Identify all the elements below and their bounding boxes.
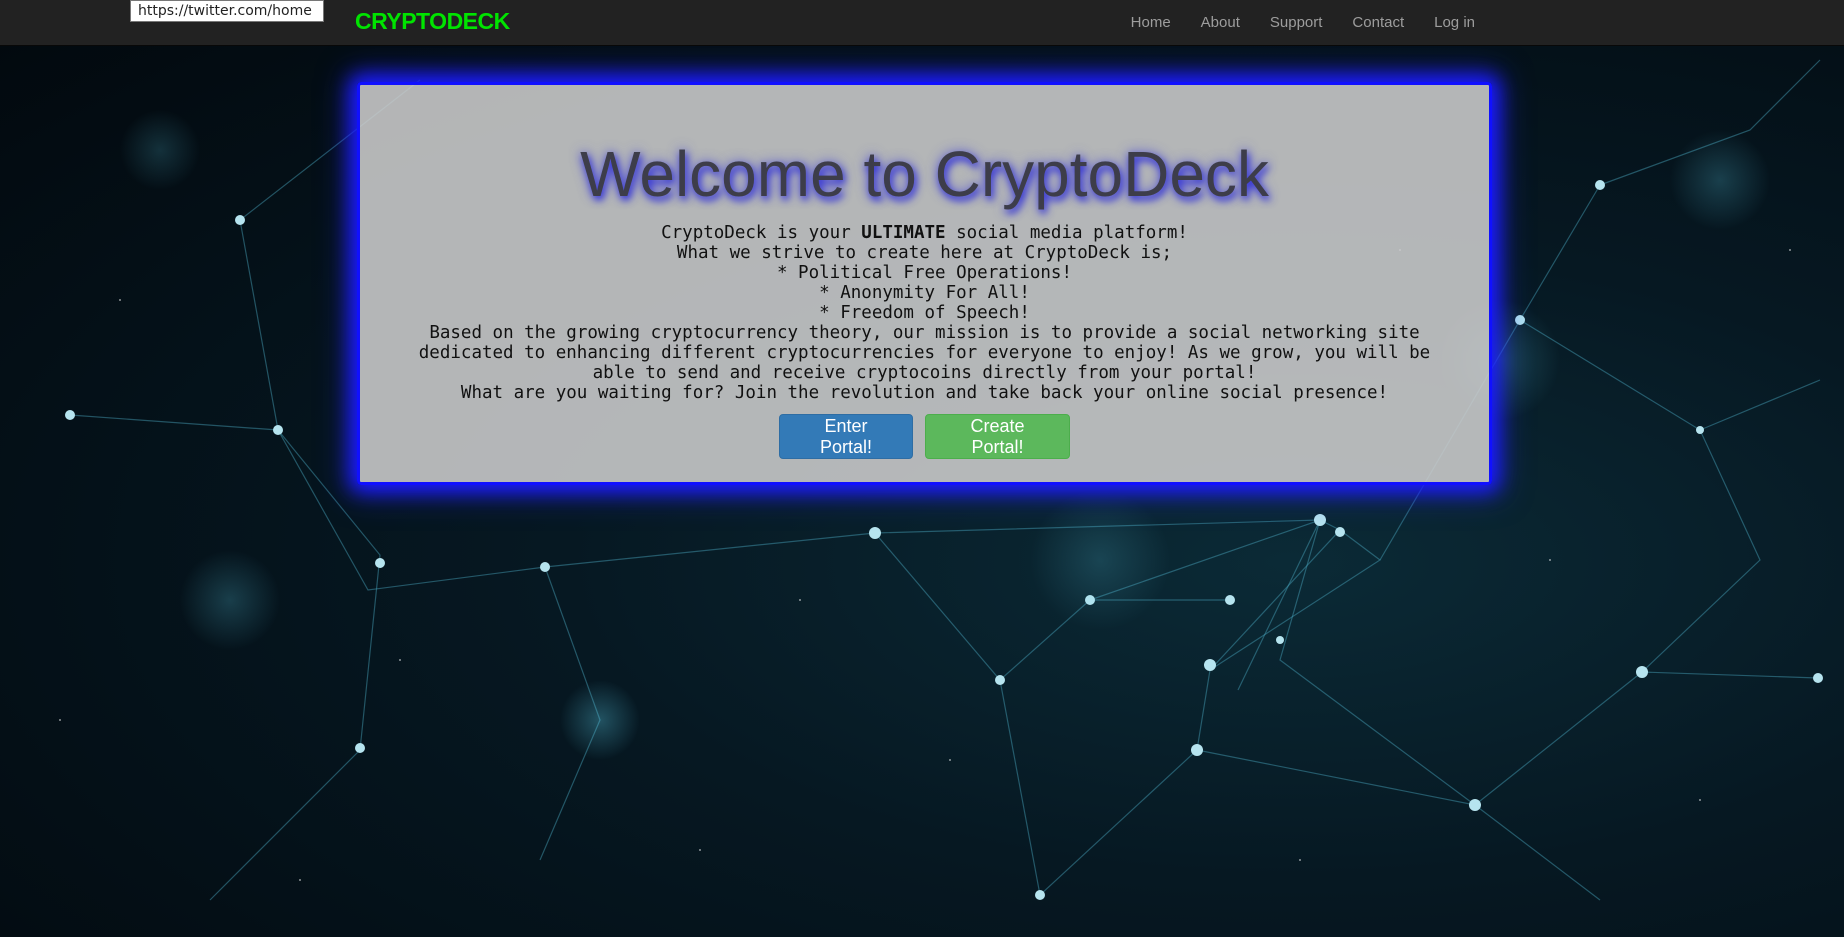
enter-portal-button[interactable]: Enter Portal! — [779, 414, 913, 459]
nav-links: Home About Support Contact Log in — [1101, 0, 1475, 45]
nav-link-support[interactable]: Support — [1270, 14, 1323, 31]
strive-line: What we strive to create here at CryptoD… — [676, 243, 1173, 263]
nav-link-home[interactable]: Home — [1131, 14, 1171, 31]
nav-link-about[interactable]: About — [1201, 14, 1240, 31]
bullet-item: * Political Free Operations! — [776, 263, 1072, 283]
bullet-item: * Anonymity For All! — [819, 283, 1030, 303]
portal-buttons: Enter Portal! Create Portal! — [360, 414, 1489, 459]
intro-suffix: social media platform! — [945, 223, 1188, 243]
nav-link-contact[interactable]: Contact — [1352, 14, 1404, 31]
create-portal-button[interactable]: Create Portal! — [925, 414, 1070, 459]
link-url-tooltip: https://twitter.com/home — [130, 0, 324, 22]
intro-emphasis: ULTIMATE — [861, 223, 946, 243]
cta-text: What are you waiting for? Join the revol… — [460, 383, 1389, 403]
brand-logo[interactable]: CRYPTODECK — [355, 8, 510, 35]
mission-text: Based on the growing cryptocurrency theo… — [418, 323, 1431, 383]
nav-link-login[interactable]: Log in — [1434, 14, 1475, 31]
welcome-panel: Welcome to CryptoDeck CryptoDeck is your… — [357, 82, 1492, 485]
intro-line: CryptoDeck is your ULTIMATE social media… — [400, 223, 1449, 243]
welcome-title: Welcome to CryptoDeck — [580, 138, 1269, 210]
intro-prefix: CryptoDeck is your — [661, 223, 862, 243]
welcome-description: CryptoDeck is your ULTIMATE social media… — [400, 223, 1449, 403]
bullet-item: * Freedom of Speech! — [819, 303, 1030, 323]
